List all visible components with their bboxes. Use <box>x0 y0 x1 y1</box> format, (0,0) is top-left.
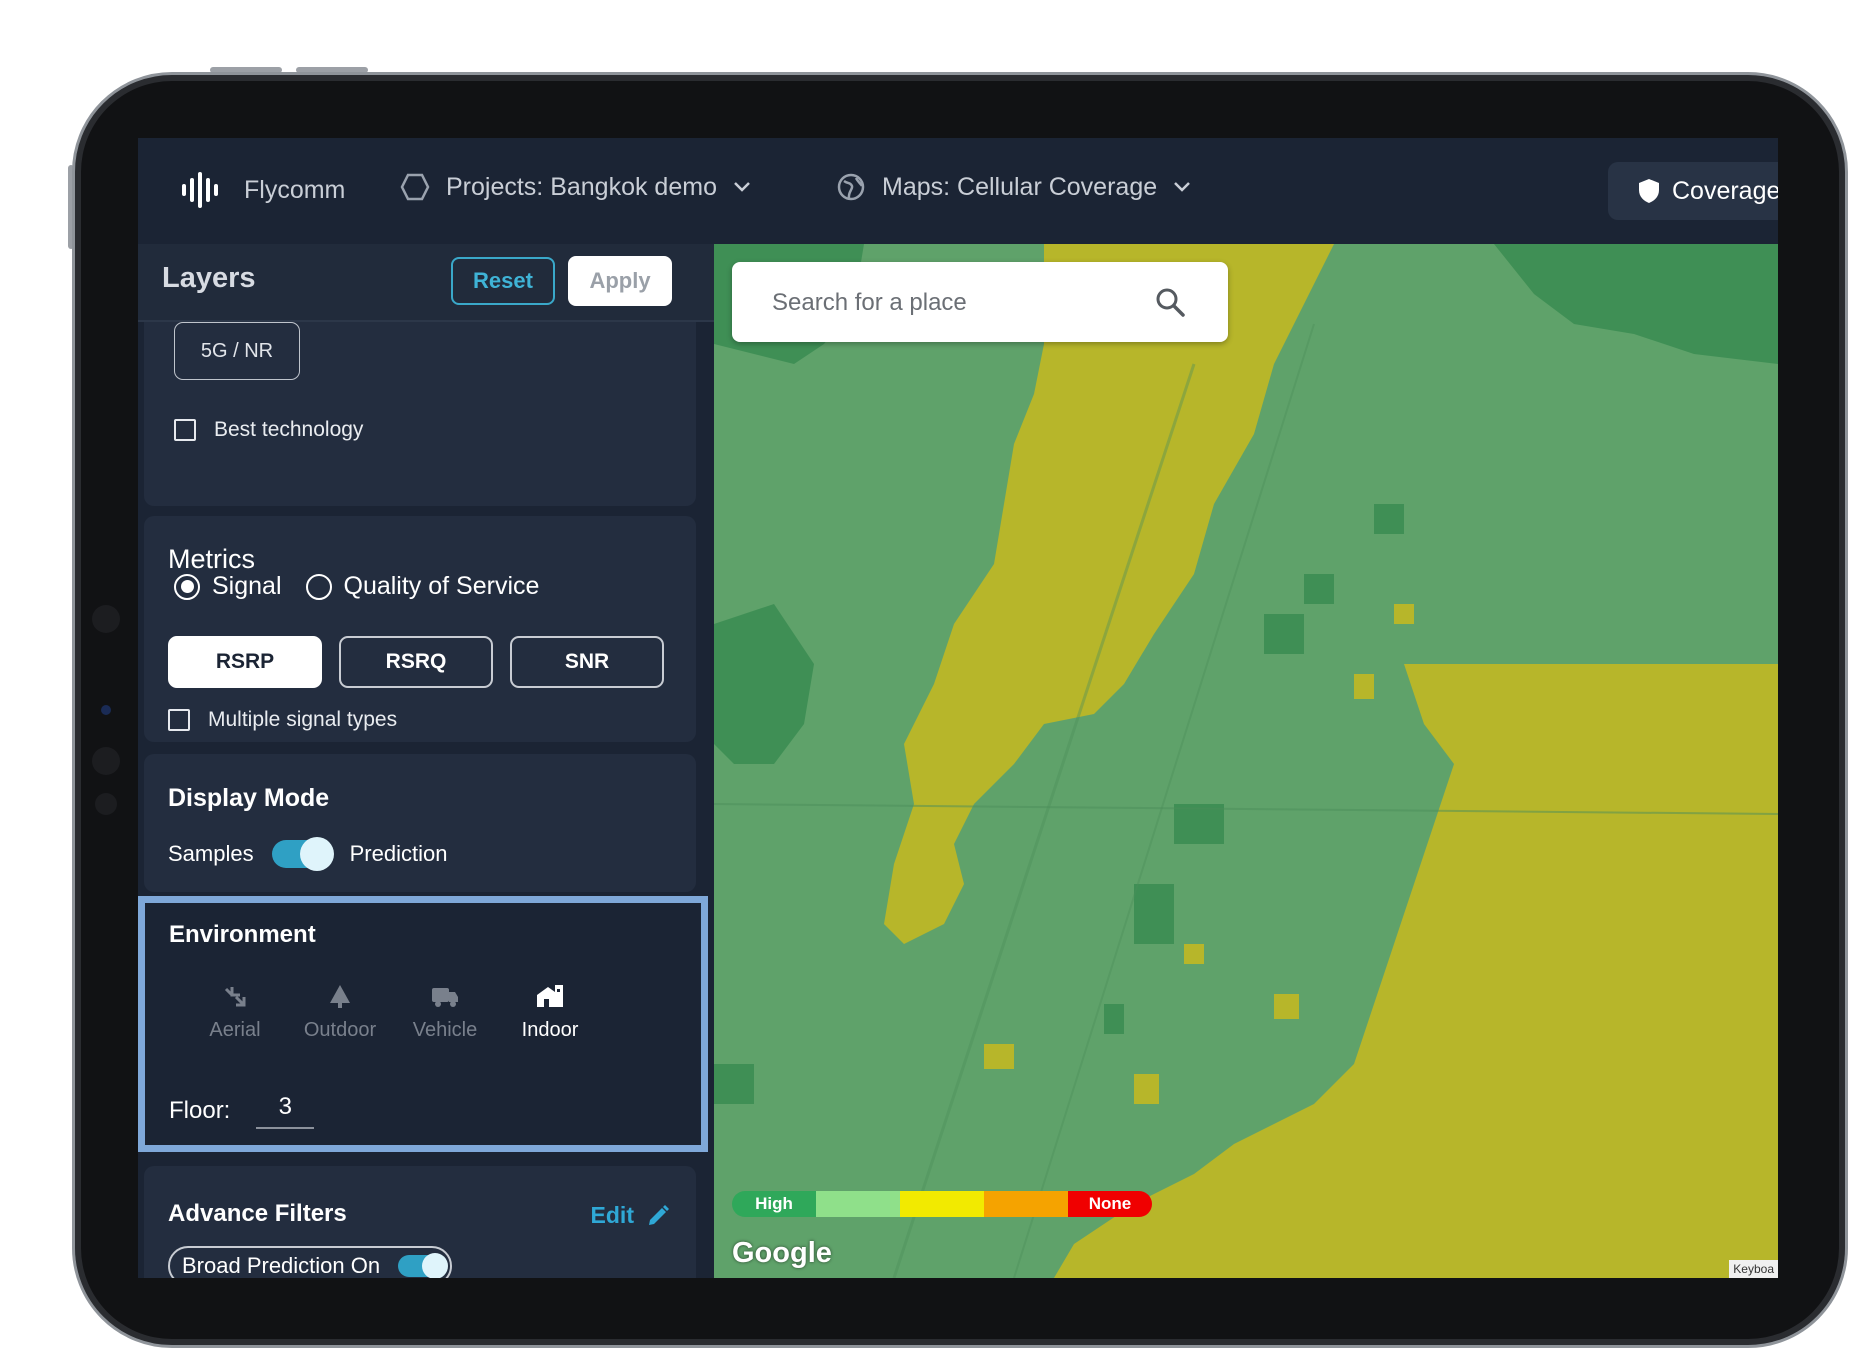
brand-name: Flycomm <box>244 175 346 204</box>
coverage-button[interactable]: Coverage <box>1608 162 1778 220</box>
advance-filters-title: Advance Filters <box>168 1200 347 1227</box>
best-technology-option[interactable]: Best technology <box>174 418 363 442</box>
shield-icon <box>1639 179 1659 203</box>
edit-label: Edit <box>590 1202 634 1228</box>
environment-card: Environment Aerial Outdoor Vehicle Indoo… <box>138 896 708 1152</box>
signal-type-rsrq[interactable]: RSRQ <box>339 636 493 688</box>
quality-of-service-radio[interactable] <box>305 573 332 600</box>
signal-label[interactable]: Signal <box>212 572 282 601</box>
environment-indoor[interactable]: Indoor <box>500 983 600 1042</box>
metrics-title: Metrics <box>168 544 255 574</box>
indoor-label: Indoor <box>521 1019 579 1041</box>
broad-prediction-switch[interactable] <box>398 1253 449 1278</box>
signal-type-rsrp[interactable]: RSRP <box>168 636 322 688</box>
legend-segment-light-green <box>816 1191 900 1217</box>
project-label: Projects: Bangkok demo <box>446 172 717 201</box>
truck-icon <box>432 988 458 1007</box>
best-technology-label: Best technology <box>214 418 364 441</box>
layers-header: Layers Reset Apply <box>138 244 714 322</box>
display-mode-toggle-row: Samples Prediction <box>168 837 448 871</box>
floor-label: Floor: <box>169 1097 231 1124</box>
multiple-signal-types-option[interactable]: Multiple signal types <box>168 708 397 732</box>
sensor-dot <box>95 793 117 815</box>
flycomm-logo-icon <box>182 172 218 208</box>
broad-prediction-label: Broad Prediction On <box>182 1253 381 1278</box>
hexagon-icon <box>400 173 430 201</box>
aerial-icon <box>224 987 246 1007</box>
signal-radio[interactable] <box>174 573 200 600</box>
tree-icon <box>330 985 350 1008</box>
quality-of-service-label[interactable]: Quality of Service <box>344 572 540 601</box>
multiple-signal-types-label: Multiple signal types <box>208 708 398 731</box>
building-icon <box>537 985 563 1007</box>
google-attribution: Google <box>732 1237 832 1269</box>
chevron-down-icon <box>1174 182 1191 192</box>
keyboard-shortcuts-link[interactable]: Keyboa <box>1729 1260 1778 1278</box>
display-mode-toggle[interactable] <box>271 837 334 871</box>
coverage-map[interactable]: High None Google Keyboa <box>714 244 1778 1278</box>
coverage-legend: High None <box>732 1191 1152 1217</box>
maps-selector[interactable]: Maps: Cellular Coverage <box>836 172 1191 202</box>
layers-title: Layers <box>162 262 256 294</box>
multiple-signal-types-checkbox[interactable] <box>168 709 190 731</box>
aerial-label: Aerial <box>209 1019 261 1041</box>
metrics-radio-group: Signal Quality of Service <box>174 572 539 601</box>
maps-label: Maps: Cellular Coverage <box>882 172 1158 201</box>
layers-sidebar: Layers Reset Apply 5G / NR Best technolo… <box>138 244 714 1278</box>
display-mode-title: Display Mode <box>168 784 330 812</box>
globe-icon <box>837 173 865 201</box>
search-icon[interactable] <box>1154 286 1186 318</box>
apply-button[interactable]: Apply <box>568 256 672 306</box>
legend-none: None <box>1068 1191 1152 1217</box>
chevron-down-icon <box>734 182 750 192</box>
legend-segment-yellow <box>900 1191 984 1217</box>
floor-input[interactable]: 3 <box>256 1093 315 1129</box>
sensor-dot <box>92 605 120 633</box>
legend-high: High <box>732 1191 816 1217</box>
outdoor-label: Outdoor <box>303 1019 377 1041</box>
environment-vehicle[interactable]: Vehicle <box>395 983 495 1042</box>
coverage-label: Coverage <box>1672 176 1778 205</box>
app-screen: Flycomm Projects: Bangkok demo Maps: Cel… <box>138 138 1778 1278</box>
coverage-heatmap <box>714 244 1778 1278</box>
vehicle-label: Vehicle <box>412 1019 478 1041</box>
brand[interactable]: Flycomm <box>180 170 345 210</box>
environment-outdoor[interactable]: Outdoor <box>290 983 390 1042</box>
samples-label: Samples <box>168 841 254 866</box>
sensor-dot <box>92 747 120 775</box>
best-technology-checkbox[interactable] <box>174 419 196 441</box>
camera-lens <box>101 705 111 715</box>
pencil-icon <box>649 1204 669 1225</box>
edit-filters-button[interactable]: Edit <box>591 1202 670 1229</box>
top-navigation: Flycomm Projects: Bangkok demo Maps: Cel… <box>138 138 1778 244</box>
project-selector[interactable]: Projects: Bangkok demo <box>400 172 751 202</box>
prediction-label: Prediction <box>349 841 448 866</box>
advance-filters-card: Advance Filters Edit Broad Prediction On <box>144 1166 696 1278</box>
technology-card: 5G / NR Best technology <box>144 322 696 506</box>
legend-segment-orange <box>984 1191 1068 1217</box>
broad-prediction-toggle[interactable]: Broad Prediction On <box>168 1246 452 1278</box>
map-search-box <box>732 262 1228 342</box>
display-mode-card: Display Mode Samples Prediction <box>144 754 696 892</box>
reset-button[interactable]: Reset <box>451 257 555 305</box>
environment-aerial[interactable]: Aerial <box>185 983 285 1042</box>
environment-title: Environment <box>169 921 316 948</box>
technology-chip-5g[interactable]: 5G / NR <box>174 322 300 380</box>
metrics-card: Metrics Signal Quality of Service RSRP R… <box>144 516 696 742</box>
floor-row: Floor: 3 <box>169 1093 315 1129</box>
signal-type-snr[interactable]: SNR <box>510 636 664 688</box>
map-search-input[interactable] <box>770 284 1144 322</box>
